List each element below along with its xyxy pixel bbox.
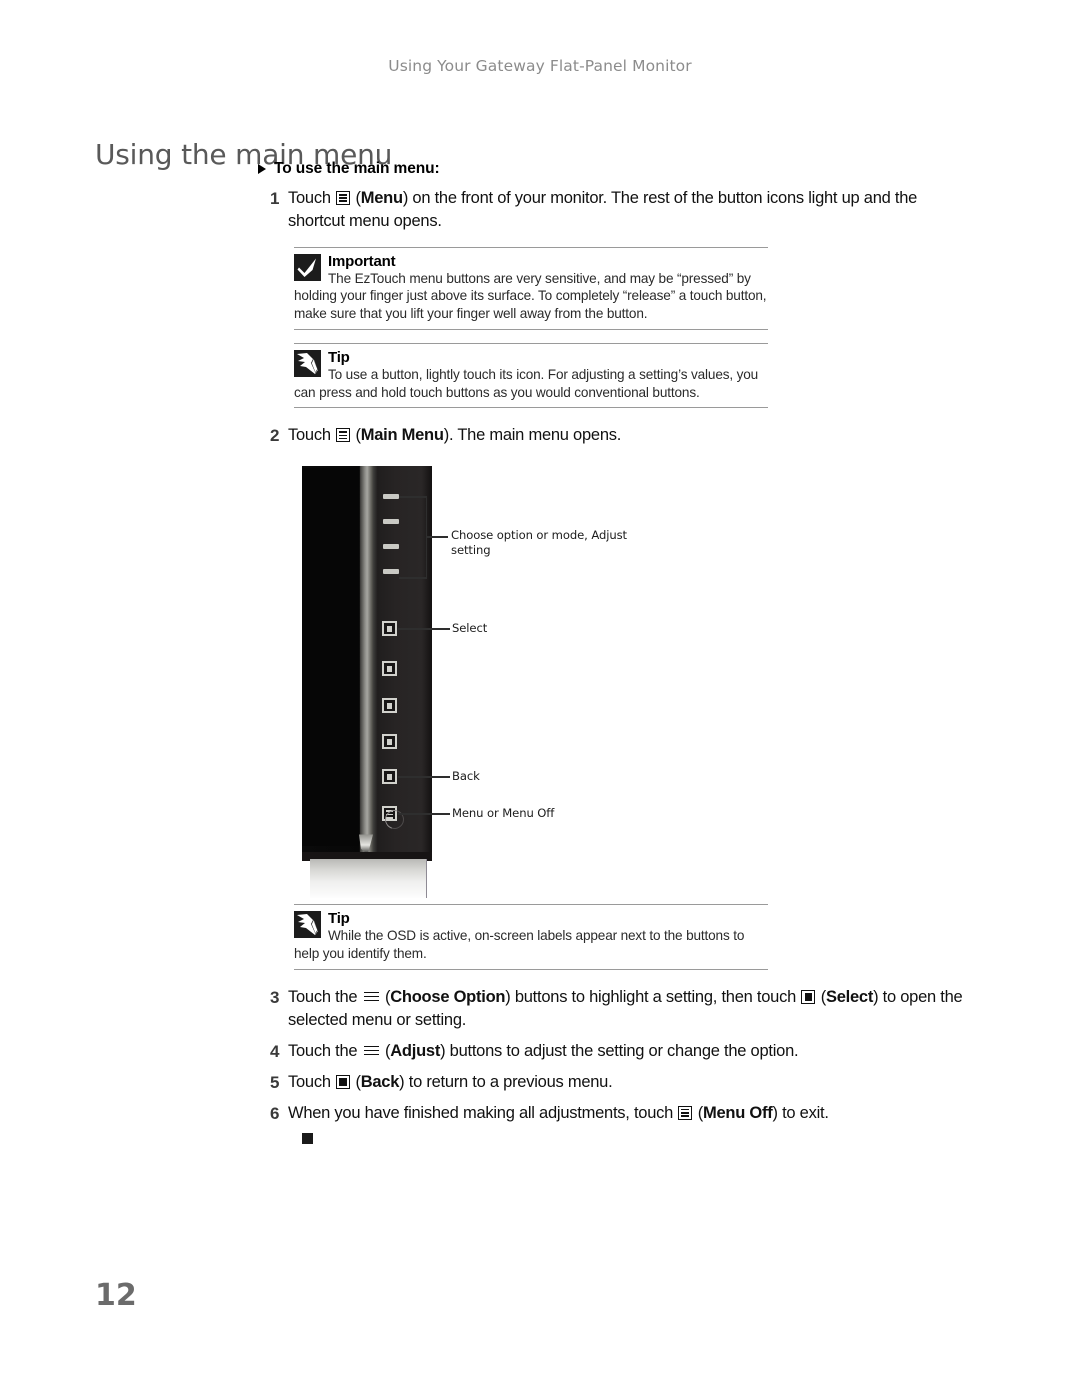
- important-callout-text: The EzTouch menu buttons are very sensit…: [294, 270, 767, 322]
- choose-option-button-2[interactable]: [383, 519, 399, 525]
- step-6-text-lead: When you have finished making all adjust…: [288, 1103, 678, 1122]
- step-1-number: 1: [270, 189, 280, 208]
- leader-line-choose-bottom: [399, 577, 427, 579]
- procedure-title: To use the main menu:: [258, 160, 978, 178]
- step-2-bold: Main Menu: [360, 426, 444, 445]
- step-2-text-lead: Touch: [288, 426, 336, 445]
- leader-line-menu: [398, 813, 450, 815]
- step-1: 1 Touch (Menu) on the front of your moni…: [258, 187, 978, 234]
- bezel-button-2[interactable]: [382, 661, 397, 677]
- step-1-text-lead: Touch: [288, 189, 336, 207]
- step-2-number: 2: [270, 426, 280, 446]
- figure-label-back: Back: [452, 769, 480, 784]
- menu-box-icon: [336, 191, 351, 205]
- tip-callout-2-label: Tip: [328, 910, 350, 928]
- step-3-text-paren2: (: [816, 987, 827, 1006]
- menu-box-icon: [678, 1105, 693, 1120]
- step-3-bold-2: Select: [825, 987, 874, 1006]
- running-header: Using Your Gateway Flat-Panel Monitor: [388, 57, 692, 75]
- choose-option-button-3[interactable]: [383, 544, 399, 550]
- step-6-text-paren: (: [693, 1103, 704, 1122]
- monitor-stand-base: [310, 859, 427, 899]
- step-5-bold: Back: [360, 1072, 400, 1091]
- tip-callout-1-label: Tip: [328, 348, 350, 366]
- step-6-text-tail: ) to exit.: [772, 1103, 829, 1122]
- leader-line-select: [398, 628, 450, 630]
- leader-line-choose-stem: [426, 536, 448, 538]
- choose-option-button-4[interactable]: [383, 569, 399, 575]
- step-4-bold: Adjust: [390, 1041, 441, 1060]
- content-column: To use the main menu: 1 Touch (Menu) on …: [258, 160, 978, 1145]
- step-3-text-mid: ) buttons to highlight a setting, then t…: [505, 987, 801, 1006]
- step-4-text-paren: (: [380, 1041, 391, 1060]
- step-6-bold: Menu Off: [702, 1103, 773, 1122]
- choose-option-button-1[interactable]: [383, 494, 399, 500]
- step-5: 5 Touch (Back) to return to a previous m…: [258, 1071, 978, 1095]
- tip-callout-1: Tip To use a button, lightly touch its i…: [294, 342, 768, 409]
- step-2-text-paren: (: [351, 426, 361, 445]
- leader-line-choose-top: [399, 496, 427, 498]
- step-3: 3 Touch the (Choose Option) buttons to h…: [258, 986, 978, 1033]
- checkmark-icon: [294, 253, 321, 281]
- three-lines-icon: [363, 1045, 379, 1057]
- step-3-text-lead: Touch the: [288, 987, 362, 1006]
- tip-callout-2: Tip While the OSD is active, on-screen l…: [294, 904, 768, 970]
- leader-line-back: [398, 776, 450, 778]
- important-callout: Important The EzTouch menu buttons are v…: [294, 246, 768, 330]
- step-6-text: When you have finished making all adjust…: [288, 1102, 978, 1125]
- step-4-text-lead: Touch the: [288, 1041, 362, 1060]
- step-3-number: 3: [270, 987, 280, 1007]
- step-3-text-paren: (: [380, 987, 391, 1006]
- step-6: 6 When you have finished making all adju…: [258, 1102, 978, 1126]
- tip-callout-2-text: While the OSD is active, on-screen label…: [294, 928, 745, 961]
- figure-label-menu-off: Menu or Menu Off: [452, 806, 555, 821]
- pointing-hand-icon: [294, 911, 321, 939]
- step-2-text-tail: ). The main menu opens.: [443, 426, 622, 445]
- procedure-title-label: To use the main menu:: [274, 160, 440, 177]
- monitor-figure: Choose option or mode, Adjust setting Se…: [294, 466, 764, 899]
- back-button[interactable]: [382, 769, 397, 785]
- important-callout-label: Important: [328, 252, 396, 270]
- bezel-highlight-strip: [360, 466, 373, 857]
- step-4-text-tail: ) buttons to adjust the setting or chang…: [440, 1041, 799, 1060]
- select-box-icon: [801, 989, 816, 1004]
- step-2-text: Touch (Main Menu). The main menu opens.: [288, 424, 978, 447]
- step-5-text: Touch (Back) to return to a previous men…: [288, 1071, 978, 1094]
- page-number: 12: [95, 1278, 137, 1313]
- step-3-bold: Choose Option: [390, 987, 506, 1006]
- step-4: 4 Touch the (Adjust) buttons to adjust t…: [258, 1040, 978, 1064]
- step-1-bold: Menu: [360, 189, 403, 207]
- end-of-procedure-marker: [302, 1133, 313, 1145]
- bezel-button-4[interactable]: [382, 734, 397, 750]
- figure-label-choose-option: Choose option or mode, Adjust setting: [451, 528, 627, 558]
- monitor-screen: [302, 468, 359, 847]
- step-1-text-paren: (: [351, 189, 361, 207]
- three-lines-icon: [363, 991, 379, 1003]
- step-5-text-paren: (: [351, 1072, 361, 1091]
- step-2: 2 Touch (Main Menu). The main menu opens…: [258, 424, 978, 448]
- step-3-text: Touch the (Choose Option) buttons to hig…: [288, 986, 978, 1033]
- step-4-text: Touch the (Adjust) buttons to adjust the…: [288, 1040, 978, 1063]
- tip-callout-1-text: To use a button, lightly touch its icon.…: [294, 366, 759, 400]
- select-box-icon: [336, 1074, 351, 1089]
- pointing-hand-icon: [294, 349, 321, 377]
- step-6-number: 6: [270, 1103, 280, 1123]
- bezel-button-3[interactable]: [382, 698, 397, 714]
- figure-label-select: Select: [452, 621, 488, 636]
- select-button[interactable]: [382, 621, 397, 637]
- menu-box-icon: [336, 428, 351, 443]
- step-5-number: 5: [270, 1072, 280, 1092]
- step-5-text-lead: Touch: [288, 1072, 336, 1091]
- step-4-number: 4: [270, 1041, 280, 1061]
- step-1-text: Touch (Menu) on the front of your monito…: [288, 187, 978, 234]
- monitor-photo: [302, 466, 432, 899]
- step-5-text-tail: ) to return to a previous menu.: [399, 1072, 613, 1091]
- triangle-bullet-icon: [258, 164, 266, 174]
